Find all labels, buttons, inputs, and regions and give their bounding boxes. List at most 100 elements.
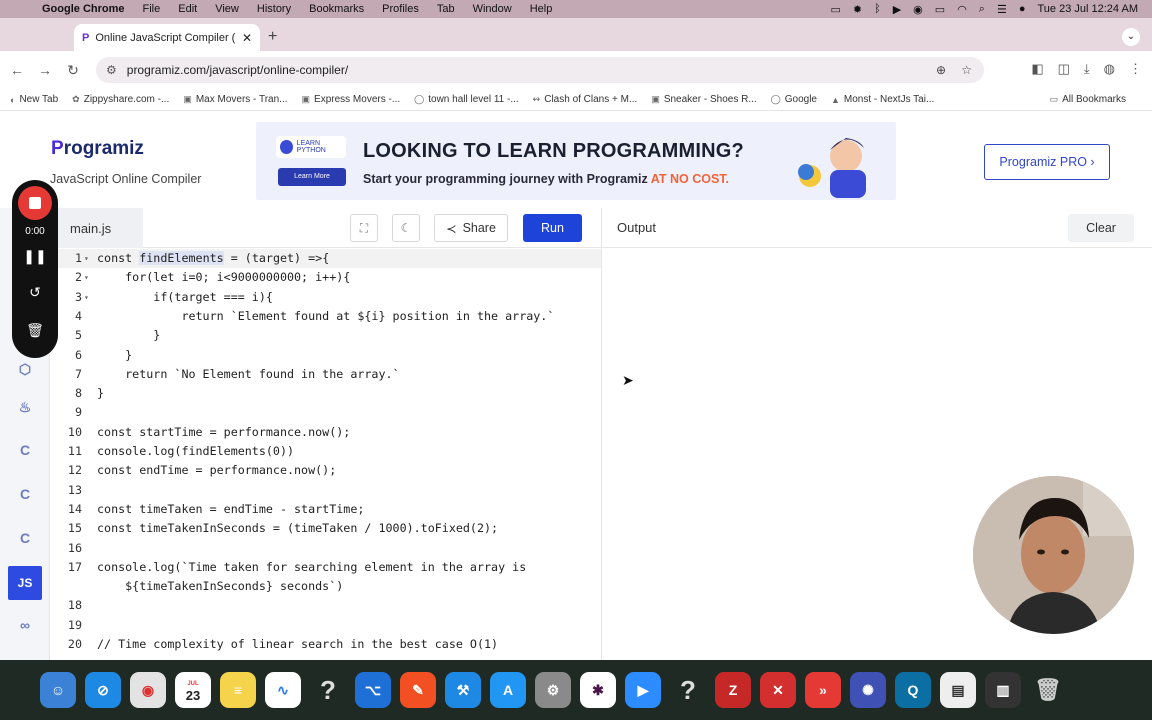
code-line[interactable]: 10 const startTime = performance.now(); — [50, 423, 601, 442]
bookmark-item[interactable]: ▲ Monst - NextJs Tai... — [831, 94, 934, 105]
bookmark-item[interactable]: ▣ Sneaker - Shoes R... — [651, 94, 756, 105]
sidebar-item-javascript[interactable]: JS — [8, 566, 42, 600]
extension-icon[interactable]: ◧ — [1031, 61, 1043, 77]
bookmark-star-icon[interactable]: ☆ — [961, 63, 972, 77]
wifi-icon[interactable]: ◠ — [957, 3, 967, 16]
new-tab-icon[interactable]: + — [268, 28, 277, 46]
zoom-app-icon[interactable]: ▶ — [625, 672, 661, 708]
control-center-icon[interactable]: ☰ — [997, 3, 1007, 16]
chrome-icon[interactable]: ◉ — [130, 672, 166, 708]
sidebar-item-c[interactable]: C — [12, 437, 38, 463]
tab-search-icon[interactable]: ⌄ — [1122, 28, 1140, 46]
brightness-icon[interactable]: ✹ — [853, 3, 862, 16]
code-line[interactable]: 3 ▾ if(target === i){ — [50, 288, 601, 307]
spotlight-search-icon[interactable]: ⌕ — [979, 3, 985, 16]
sidebar-item-html[interactable]: ⬡ — [12, 356, 38, 382]
run-button[interactable]: Run — [523, 214, 582, 242]
code-line[interactable]: 4 return `Element found at ${i} position… — [50, 307, 601, 326]
unknown-app-icon-2[interactable]: ? — [670, 672, 706, 708]
quicktime-icon[interactable]: Q — [895, 672, 931, 708]
code-line[interactable]: 11 console.log(findElements(0)) — [50, 442, 601, 461]
code-editor[interactable]: 1 ▾ const findElements = (target) =>{2 ▾ fo… — [50, 248, 601, 660]
bookmark-item[interactable]: ◯ Google — [771, 94, 817, 105]
fold-toggle-icon[interactable]: ▾ — [84, 288, 89, 307]
programiz-pro-button[interactable]: Programiz PRO › — [984, 144, 1110, 180]
code-line[interactable]: 19 — [50, 616, 601, 635]
siri-icon[interactable]: ● — [1019, 3, 1026, 15]
code-line[interactable]: 7 return `No Element found in the array.… — [50, 365, 601, 384]
download-icon[interactable]: ⤓ — [1084, 61, 1090, 77]
screen-recording-thumbnail-icon[interactable]: ▥ — [985, 672, 1021, 708]
code-line[interactable]: 2 ▾ for(let i=0; i<9000000000; i++){ — [50, 268, 601, 287]
code-line[interactable]: ${timeTakenInSeconds} seconds`) — [50, 577, 601, 596]
code-line[interactable]: 1 ▾ const findElements = (target) =>{ — [50, 249, 601, 268]
forward-icon[interactable]: → — [34, 62, 56, 78]
theme-toggle-icon[interactable]: ☾ — [392, 214, 420, 242]
anydesk-icon[interactable]: » — [805, 672, 841, 708]
restart-icon[interactable]: ↺ — [12, 284, 58, 301]
code-line[interactable]: 14 const timeTaken = endTime - startTime; — [50, 500, 601, 519]
notes-icon[interactable]: ≡ — [220, 672, 256, 708]
menu-profiles[interactable]: Profiles — [382, 3, 419, 15]
code-line[interactable]: 12 const endTime = performance.now(); — [50, 461, 601, 480]
code-line[interactable]: 15 const timeTakenInSeconds = (timeTaken … — [50, 519, 601, 538]
clear-button[interactable]: Clear — [1068, 214, 1134, 242]
user-icon[interactable]: ◉ — [913, 3, 923, 16]
reload-icon[interactable]: ↻ — [62, 62, 84, 79]
screen-record-icon[interactable]: ▭ — [830, 3, 840, 16]
code-line[interactable]: 5 } — [50, 326, 601, 345]
menu-tab[interactable]: Tab — [437, 3, 455, 15]
bookmark-item[interactable]: ◯ town hall level 11 -... — [414, 94, 519, 105]
fullscreen-icon[interactable]: ⛶ — [350, 214, 378, 242]
profile-avatar-icon[interactable]: ◍ — [1104, 61, 1115, 77]
trash-icon[interactable]: 🗑 — [12, 322, 58, 339]
code-line[interactable]: 16 — [50, 539, 601, 558]
code-line[interactable]: 17 console.log(`Time taken for searching … — [50, 558, 601, 577]
bookmark-item[interactable]: ▣ Express Movers -... — [302, 94, 401, 105]
xcode-icon[interactable]: ⚒ — [445, 672, 481, 708]
more-menu-icon[interactable]: ⋮ — [1129, 61, 1142, 77]
calendar-icon[interactable]: JUL 23 — [175, 672, 211, 708]
bookmark-item[interactable]: ◐ New Tab — [10, 94, 58, 105]
zoom-icon[interactable]: ⊕ — [936, 63, 946, 77]
code-line[interactable]: 8} — [50, 384, 601, 403]
menu-help[interactable]: Help — [530, 3, 553, 15]
play-icon[interactable]: ▶ — [893, 3, 901, 16]
sidebar-item-cpp[interactable]: C — [12, 481, 38, 507]
programiz-logo[interactable]: Programiz — [51, 138, 144, 160]
code-line[interactable]: 18 — [50, 596, 601, 615]
address-bar[interactable]: ⚙ programiz.com/javascript/online-compil… — [96, 57, 984, 83]
app-store-icon[interactable]: A — [490, 672, 526, 708]
menu-window[interactable]: Window — [473, 3, 512, 15]
sidebar-item-go[interactable]: ∞ — [12, 612, 38, 638]
battery-icon[interactable]: ▭ — [935, 3, 945, 16]
code-line[interactable]: 6 } — [50, 346, 601, 365]
filezilla-icon[interactable]: Z — [715, 672, 751, 708]
remote-desktop-icon[interactable]: ✕ — [760, 672, 796, 708]
gear-app-icon[interactable]: ✺ — [850, 672, 886, 708]
sidebar-item-java[interactable]: ♨ — [12, 394, 38, 420]
ad-learn-more-button[interactable]: Learn More — [278, 168, 346, 186]
menu-app-name[interactable]: Google Chrome — [42, 3, 125, 15]
code-line[interactable]: 9 — [50, 403, 601, 422]
all-bookmarks-button[interactable]: ▭ All Bookmarks — [1050, 94, 1126, 105]
menu-clock[interactable]: Tue 23 Jul 12:24 AM — [1038, 3, 1139, 15]
vscode-icon[interactable]: ⌥ — [355, 672, 391, 708]
code-line[interactable]: 13 — [50, 481, 601, 500]
file-tab-main-js[interactable]: main.js — [50, 208, 143, 248]
bookmark-item[interactable]: ↭ Clash of Clans + M... — [533, 94, 638, 105]
fold-toggle-icon[interactable]: ▾ — [84, 268, 89, 287]
bookmark-item[interactable]: ✿ Zippyshare.com -... — [72, 94, 169, 105]
trash-bin-icon[interactable]: 🗑 — [1030, 672, 1066, 708]
bluetooth-icon[interactable]: ᛒ — [874, 3, 881, 15]
share-button[interactable]: ≺ Share — [434, 214, 508, 242]
fold-toggle-icon[interactable]: ▾ — [84, 249, 89, 268]
slack-icon[interactable]: ✱ — [580, 672, 616, 708]
pause-icon[interactable]: ❚❚ — [12, 248, 58, 265]
site-info-icon[interactable]: ⚙ — [106, 63, 117, 77]
unknown-app-icon[interactable]: ? — [310, 672, 346, 708]
extensions-puzzle-icon[interactable]: ◫ — [1058, 61, 1070, 77]
browser-tab-active[interactable]: P Online JavaScript Compiler (E ✕ — [74, 24, 260, 51]
pen-app-icon[interactable]: ✎ — [400, 672, 436, 708]
bookmark-item[interactable]: ▣ Max Movers - Tran... — [183, 94, 287, 105]
